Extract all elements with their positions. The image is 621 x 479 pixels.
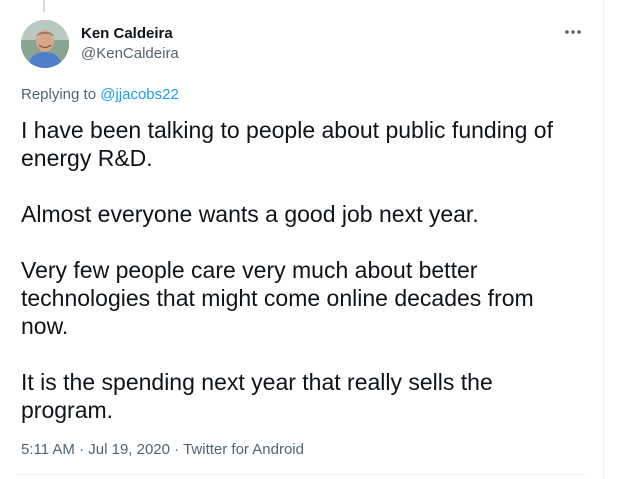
replying-to-line: Replying to @jjacobs22 [21,85,179,104]
tweet-paragraph: I have been talking to people about publ… [21,117,553,171]
tweet-source[interactable]: Twitter for Android [183,441,304,458]
tweet-paragraph: It is the spending next year that really… [21,369,493,423]
avatar[interactable] [21,20,69,68]
author-block: Ken Caldeira @KenCaldeira [81,24,179,63]
more-options-icon [565,30,581,34]
author-handle[interactable]: @KenCaldeira [81,44,179,63]
divider [16,474,587,475]
thread-connector-line [43,0,45,12]
author-display-name[interactable]: Ken Caldeira [81,24,179,43]
tweet-date[interactable]: Jul 19, 2020 [88,441,170,458]
tweet-meta: 5:11 AM · Jul 19, 2020 · Twitter for And… [21,440,304,459]
replying-to-link[interactable]: @jjacobs22 [100,86,179,103]
meta-separator: · [79,441,85,458]
person-photo-icon [21,20,69,68]
tweet-text: I have been talking to people about publ… [21,116,581,424]
tweet: Ken Caldeira @KenCaldeira Replying to @j… [0,0,604,479]
tweet-time[interactable]: 5:11 AM [21,441,75,458]
replying-prefix: Replying to [21,86,97,103]
more-options-button[interactable] [561,20,585,44]
tweet-paragraph: Very few people care very much about bet… [21,257,534,339]
meta-separator: · [174,441,180,458]
tweet-paragraph: Almost everyone wants a good job next ye… [21,201,479,227]
